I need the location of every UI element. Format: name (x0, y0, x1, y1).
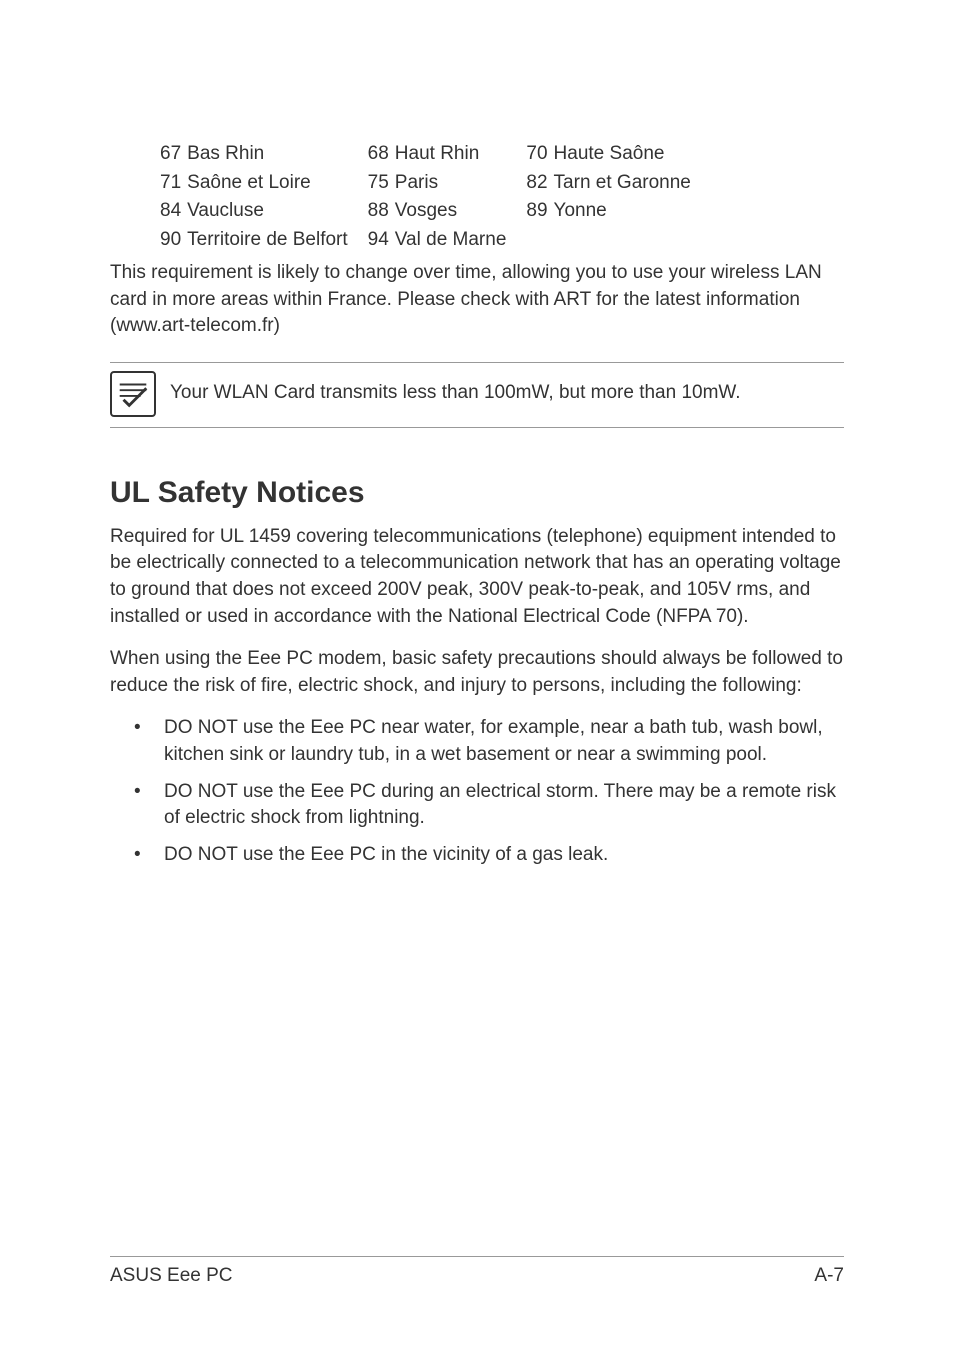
dept-code: 94 (368, 226, 395, 255)
list-item: DO NOT use the Eee PC near water, for ex… (110, 715, 844, 768)
dept-code: 71 (160, 169, 187, 198)
dept-code: 88 (368, 197, 395, 226)
dept-code: 90 (160, 226, 187, 255)
dept-name: Territoire de Belfort (187, 226, 354, 255)
page-footer: ASUS Eee PC A-7 (110, 1256, 844, 1287)
dept-code: 84 (160, 197, 187, 226)
dept-code: 67 (160, 140, 187, 169)
dept-row: 90 Territoire de Belfort 94 Val de Marne (160, 226, 697, 255)
requirement-paragraph: This requirement is likely to change ove… (110, 260, 844, 340)
ul-safety-heading: UL Safety Notices (110, 476, 844, 510)
dept-name: Bas Rhin (187, 140, 354, 169)
dept-row: 84 Vaucluse 88 Vosges 89 Yonne (160, 197, 697, 226)
dept-name: Vaucluse (187, 197, 354, 226)
dept-name: Saône et Loire (187, 169, 354, 198)
dept-row: 67 Bas Rhin 68 Haut Rhin 70 Haute Saône (160, 140, 697, 169)
dept-code: 75 (368, 169, 395, 198)
department-list: 67 Bas Rhin 68 Haut Rhin 70 Haute Saône … (160, 140, 844, 254)
note-icon (110, 371, 156, 417)
ul-paragraph-1: Required for UL 1459 covering telecommun… (110, 524, 844, 630)
note-text: Your WLAN Card transmits less than 100mW… (170, 380, 741, 407)
note-block: Your WLAN Card transmits less than 100mW… (110, 362, 844, 428)
footer-left: ASUS Eee PC (110, 1265, 233, 1287)
footer-right: A-7 (814, 1265, 844, 1287)
list-item: DO NOT use the Eee PC in the vicinity of… (110, 842, 844, 869)
list-item: DO NOT use the Eee PC during an electric… (110, 779, 844, 832)
dept-name: Vosges (395, 197, 513, 226)
dept-name: Paris (395, 169, 513, 198)
ul-paragraph-2: When using the Eee PC modem, basic safet… (110, 646, 844, 699)
dept-name: Haut Rhin (395, 140, 513, 169)
dept-code: 68 (368, 140, 395, 169)
dept-name: Haute Saône (554, 140, 697, 169)
dept-code: 82 (526, 169, 553, 198)
dept-name: Yonne (554, 197, 697, 226)
dept-name: Val de Marne (395, 226, 513, 255)
safety-bullet-list: DO NOT use the Eee PC near water, for ex… (110, 715, 844, 868)
dept-name: Tarn et Garonne (554, 169, 697, 198)
dept-row: 71 Saône et Loire 75 Paris 82 Tarn et Ga… (160, 169, 697, 198)
dept-code: 70 (526, 140, 553, 169)
dept-code: 89 (526, 197, 553, 226)
